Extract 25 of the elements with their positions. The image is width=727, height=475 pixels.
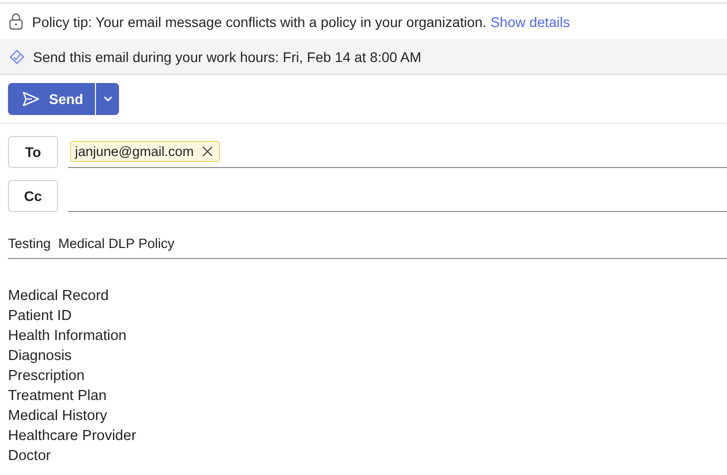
recipient-button[interactable]: To — [8, 136, 58, 168]
body-text-line: Patient ID — [8, 307, 73, 326]
schedule-tip-text: Send this email during your work hours: Fri, Feb 14 at 8:00 AM — [33, 48, 422, 64]
lock-icon — [9, 13, 23, 30]
send-options-button[interactable] — [95, 83, 120, 115]
recipient-chip[interactable]: janjune@gmail.com — [70, 141, 220, 162]
schedule-icon — [9, 48, 25, 64]
body-text-line: Prescription — [8, 367, 86, 386]
body-text-line: Medical Record — [8, 287, 110, 306]
body-text-line: Health Information — [8, 327, 128, 346]
body-text-line: Diagnosis — [8, 347, 73, 366]
body-text-line: Treatment Plan — [8, 387, 108, 406]
subject-field[interactable]: Testing Medical DLP Policy — [8, 236, 727, 259]
send-icon — [22, 91, 40, 107]
show-details-link[interactable]: Show details — [490, 14, 570, 30]
chevron-down-icon — [102, 96, 113, 102]
body-text-line: Medical History — [8, 407, 108, 426]
body-text-line: Healthcare Provider — [8, 427, 138, 446]
remove-icon[interactable] — [202, 146, 213, 157]
recipient-field[interactable]: janjune@gmail.com — [68, 136, 727, 168]
policy-tip-text: Policy tip: Your email message conflicts with a policy in your organization. Show details — [32, 14, 570, 30]
body-text-line: Doctor — [8, 447, 52, 466]
send-button[interactable]: Send — [8, 83, 96, 115]
recipient-button[interactable]: Cc — [8, 180, 58, 212]
recipient-address: janjune@gmail.com — [75, 144, 194, 159]
